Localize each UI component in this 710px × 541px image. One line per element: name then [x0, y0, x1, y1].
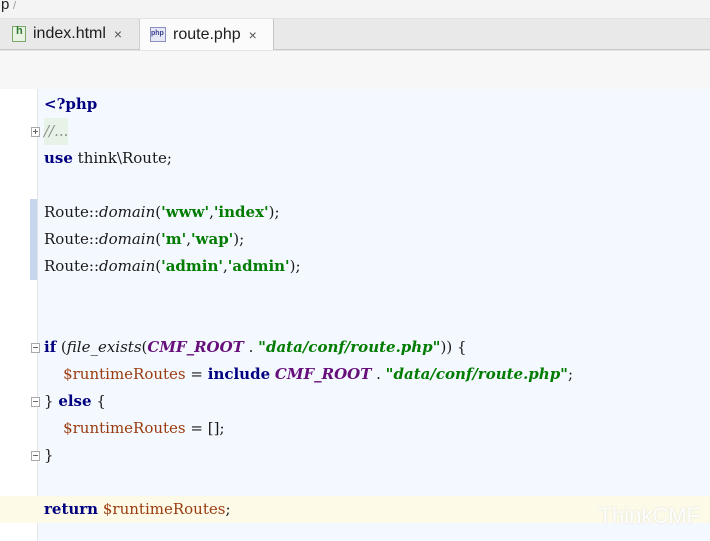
breadcrumb: p / [0, 0, 710, 19]
paren: ); [289, 257, 301, 275]
code-line: if (file_exists(CMF_ROOT . "data/conf/ro… [0, 334, 710, 361]
paren: )) { [440, 338, 467, 356]
keyword: return [44, 500, 99, 518]
code-line: //... [0, 118, 710, 145]
editor-tab-bar: index.html × route.php × [0, 19, 710, 50]
code-line: $runtimeRoutes = include CMF_ROOT . "dat… [0, 361, 710, 388]
keyword: use [44, 149, 73, 167]
change-marker [30, 226, 37, 253]
brace: } [44, 446, 54, 464]
variable: $runtimeRoutes [102, 500, 226, 518]
variable: $runtimeRoutes [63, 365, 186, 383]
tab-route-php[interactable]: route.php × [140, 19, 274, 50]
close-icon[interactable]: × [114, 26, 122, 42]
code-line: } [0, 442, 710, 469]
breadcrumb-text[interactable]: p [1, 0, 9, 12]
php-open-tag: <?php [44, 95, 98, 113]
class-ref: Route:: [44, 257, 99, 275]
constant: CMF_ROOT [274, 365, 372, 383]
string: 'www' [161, 203, 210, 221]
paren: ); [233, 230, 245, 248]
string: 'admin' [227, 257, 290, 275]
keyword: else [58, 392, 92, 410]
keyword: if [44, 338, 57, 356]
folded-comment[interactable]: //... [44, 122, 68, 140]
paren: ); [268, 203, 280, 221]
code-line: } else { [0, 388, 710, 415]
operator: . [371, 365, 386, 383]
code-line: $runtimeRoutes = []; [0, 415, 710, 442]
namespace: think\Route; [72, 149, 172, 167]
code-line: <?php [0, 91, 710, 118]
html-file-icon [12, 25, 26, 42]
tab-index-html[interactable]: index.html × [0, 19, 140, 49]
code-line: Route::domain('admin','admin'); [0, 253, 710, 280]
code-line: use think\Route; [0, 145, 710, 172]
semicolon: ; [225, 500, 231, 518]
constant: CMF_ROOT [147, 338, 244, 356]
string: 'index' [213, 203, 269, 221]
class-ref: Route:: [44, 203, 99, 221]
fold-expand-icon[interactable] [31, 127, 40, 137]
tab-label: index.html [33, 25, 106, 42]
keyword: include [207, 365, 271, 383]
string: "data/conf/route.php" [258, 338, 441, 356]
brace: { [91, 392, 106, 410]
change-marker [30, 199, 37, 226]
brace: } [44, 392, 59, 410]
semicolon: ; [568, 365, 574, 383]
editor-toolbar-strip [0, 50, 710, 90]
class-ref: Route:: [44, 230, 99, 248]
fold-collapse-icon[interactable] [31, 397, 40, 407]
fold-collapse-icon[interactable] [31, 451, 40, 461]
tab-label: route.php [173, 25, 241, 43]
method-name: domain [99, 230, 156, 248]
code-line: Route::domain('m','wap'); [0, 226, 710, 253]
string: "data/conf/route.php" [385, 365, 569, 383]
ide-window: p / index.html × route.php × <?php //... [0, 0, 710, 541]
breadcrumb-separator: / [13, 0, 17, 12]
code-line: Route::domain('www','index'); [0, 199, 710, 226]
watermark: ThinkCMF [598, 503, 700, 528]
operator: = []; [185, 419, 225, 437]
string: 'm' [161, 230, 187, 248]
method-name: domain [99, 257, 156, 275]
operator: = [185, 365, 208, 383]
paren: ( [56, 338, 67, 356]
fold-collapse-icon[interactable] [31, 343, 40, 353]
string: 'admin' [161, 257, 223, 275]
code-lines: <?php //... use think\Route; Route::doma… [0, 91, 710, 523]
method-name: domain [99, 203, 156, 221]
change-marker [30, 253, 37, 280]
php-file-icon [150, 27, 166, 42]
variable: $runtimeRoutes [63, 419, 186, 437]
function-name: file_exists [66, 338, 142, 356]
string: 'wap' [190, 230, 234, 248]
operator: . [243, 338, 259, 356]
close-icon[interactable]: × [249, 27, 257, 43]
code-editor[interactable]: <?php //... use think\Route; Route::doma… [0, 89, 710, 541]
